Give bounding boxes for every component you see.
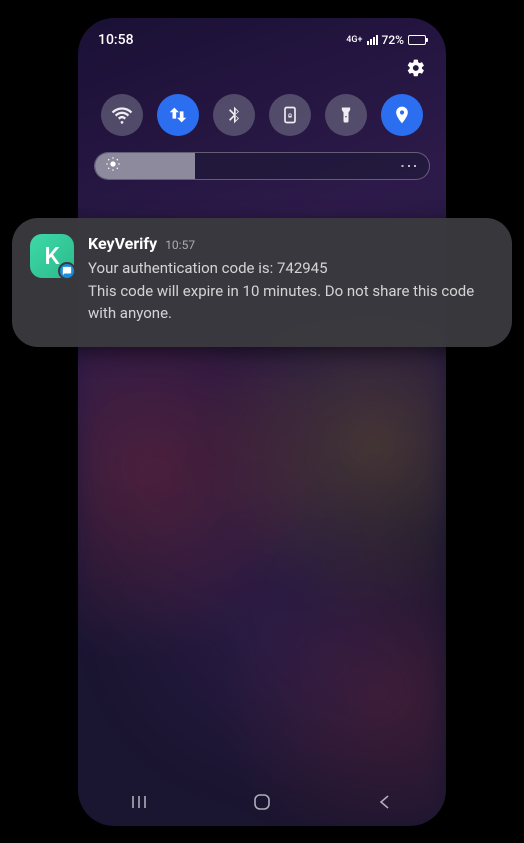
network-indicator: 4G+ (346, 36, 362, 45)
notification-card[interactable]: K KeyVerify 10:57 Your authentication co… (12, 218, 512, 347)
qs-location[interactable] (381, 94, 423, 136)
notification-line1: Your authentication code is: 742945 (88, 257, 494, 280)
notification-time: 10:57 (165, 238, 195, 252)
nav-bar (78, 778, 446, 826)
notification-body: Your authentication code is: 742945 This… (88, 257, 494, 325)
brightness-row: ⋮ (78, 148, 446, 190)
notification-icon-wrap: K (30, 234, 74, 278)
status-time: 10:58 (98, 32, 134, 48)
gear-icon[interactable] (406, 58, 426, 82)
notification-header: KeyVerify 10:57 (88, 234, 494, 253)
notification-app-name: KeyVerify (88, 234, 157, 253)
nav-recents[interactable] (125, 788, 153, 816)
notification-content: KeyVerify 10:57 Your authentication code… (88, 234, 494, 325)
signal-icon (367, 35, 378, 45)
qs-lock-rotation[interactable] (269, 94, 311, 136)
battery-icon (408, 35, 426, 45)
brightness-fill (95, 153, 195, 179)
phone-frame: 10:58 4G+ 72% (78, 18, 446, 826)
nav-back[interactable] (371, 788, 399, 816)
more-icon[interactable]: ⋮ (398, 157, 419, 176)
message-badge-icon (58, 262, 76, 280)
notification-line2: This code will expire in 10 minutes. Do … (88, 280, 494, 325)
qs-flashlight[interactable] (325, 94, 367, 136)
qs-bluetooth[interactable] (213, 94, 255, 136)
quick-settings-row (78, 90, 446, 148)
qs-wifi[interactable] (101, 94, 143, 136)
brightness-slider[interactable]: ⋮ (94, 152, 430, 180)
brightness-icon (105, 156, 121, 176)
status-bar: 10:58 4G+ 72% (78, 18, 446, 54)
nav-home[interactable] (248, 788, 276, 816)
settings-row (78, 54, 446, 90)
battery-percent: 72% (382, 33, 404, 47)
status-right: 4G+ 72% (346, 33, 426, 47)
wallpaper-blur (78, 318, 446, 826)
qs-data[interactable] (157, 94, 199, 136)
